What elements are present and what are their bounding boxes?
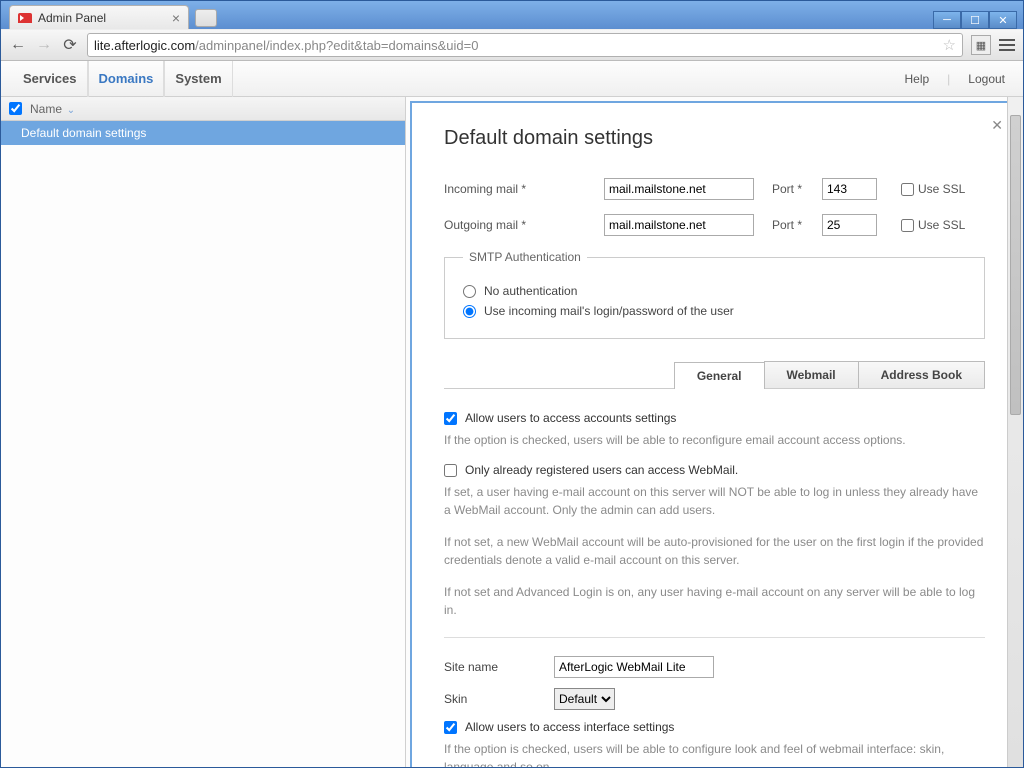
- outgoing-port-input[interactable]: [822, 214, 877, 236]
- smtp-noauth-radio[interactable]: [463, 285, 476, 298]
- skin-select[interactable]: Default: [554, 688, 615, 710]
- close-tab-icon[interactable]: ×: [172, 11, 180, 25]
- settings-panel: ✕ Default domain settings Incoming mail …: [410, 101, 1019, 767]
- bookmark-icon[interactable]: ☆: [943, 36, 956, 54]
- tab-address-book[interactable]: Address Book: [858, 361, 985, 388]
- menu-icon[interactable]: [999, 39, 1015, 51]
- outgoing-mail-input[interactable]: [604, 214, 754, 236]
- list-item[interactable]: Default domain settings: [1, 121, 405, 145]
- tab-webmail[interactable]: Webmail: [764, 361, 859, 388]
- incoming-row: Incoming mail * Port * Use SSL: [444, 178, 985, 200]
- outgoing-row: Outgoing mail * Port * Use SSL: [444, 214, 985, 236]
- logout-link[interactable]: Logout: [962, 72, 1011, 86]
- browser-toolbar: ← → ⟳ lite.afterlogic.com/adminpanel/ind…: [1, 29, 1023, 61]
- browser-window: Admin Panel × ─ ☐ ✕ ← → ⟳ lite.afterlogi…: [0, 0, 1024, 768]
- only-registered-hint2: If not set, a new WebMail account will b…: [444, 533, 985, 569]
- select-all-checkbox[interactable]: [9, 102, 22, 115]
- incoming-label: Incoming mail *: [444, 182, 604, 196]
- only-registered-row[interactable]: Only already registered users can access…: [444, 463, 985, 477]
- tab-general[interactable]: General: [674, 362, 765, 389]
- tab-strip: Admin Panel ×: [9, 1, 217, 29]
- help-link[interactable]: Help: [898, 72, 935, 86]
- smtp-noauth-row[interactable]: No authentication: [463, 284, 966, 298]
- allow-interface-hint: If the option is checked, users will be …: [444, 740, 985, 767]
- panel-title: Default domain settings: [444, 127, 985, 150]
- minimize-button[interactable]: ─: [933, 11, 961, 29]
- body-area: Name ⌄ Default domain settings ✕ Default…: [1, 97, 1023, 767]
- titlebar: Admin Panel × ─ ☐ ✕: [1, 1, 1023, 29]
- general-section: Allow users to access accounts settings …: [444, 411, 985, 767]
- smtp-legend: SMTP Authentication: [463, 250, 587, 264]
- outgoing-port-label: Port *: [772, 218, 822, 232]
- nav-domains[interactable]: Domains: [88, 61, 165, 97]
- sidebar: Name ⌄ Default domain settings: [1, 97, 406, 767]
- tab-title: Admin Panel: [38, 11, 106, 25]
- skin-label: Skin: [444, 692, 554, 706]
- incoming-port-input[interactable]: [822, 178, 877, 200]
- window-controls: ─ ☐ ✕: [933, 11, 1017, 29]
- url-path: /adminpanel/index.php?edit&tab=domains&u…: [195, 38, 478, 53]
- panel-close-icon[interactable]: ✕: [991, 117, 1003, 134]
- page-content: Services Domains System Help | Logout Na…: [1, 61, 1023, 767]
- name-column-header[interactable]: Name ⌄: [30, 102, 75, 116]
- divider: [444, 637, 985, 638]
- maximize-button[interactable]: ☐: [961, 11, 989, 29]
- main-panel-container: ✕ Default domain settings Incoming mail …: [406, 97, 1023, 767]
- top-right-links: Help | Logout: [898, 72, 1011, 86]
- smtp-auth-fieldset: SMTP Authentication No authentication Us…: [444, 250, 985, 339]
- close-window-button[interactable]: ✕: [989, 11, 1017, 29]
- allow-accounts-row[interactable]: Allow users to access accounts settings: [444, 411, 985, 425]
- browser-tab[interactable]: Admin Panel ×: [9, 5, 189, 29]
- scroll-thumb[interactable]: [1010, 115, 1021, 415]
- allow-accounts-checkbox[interactable]: [444, 412, 457, 425]
- reload-button[interactable]: ⟳: [61, 36, 79, 54]
- outgoing-ssl[interactable]: Use SSL: [901, 218, 965, 232]
- allow-interface-checkbox[interactable]: [444, 721, 457, 734]
- only-registered-hint1: If set, a user having e-mail account on …: [444, 483, 985, 519]
- url-host: lite.afterlogic.com: [94, 38, 195, 53]
- settings-tabs: General Webmail Address Book: [444, 361, 985, 389]
- scrollbar[interactable]: [1007, 97, 1023, 767]
- incoming-ssl-checkbox[interactable]: [901, 183, 914, 196]
- mail-favicon-icon: [18, 13, 32, 23]
- allow-interface-row[interactable]: Allow users to access interface settings: [444, 720, 985, 734]
- top-nav: Services Domains System Help | Logout: [1, 61, 1023, 97]
- only-registered-checkbox[interactable]: [444, 464, 457, 477]
- skin-row: Skin Default: [444, 688, 985, 710]
- smtp-useincoming-row[interactable]: Use incoming mail's login/password of th…: [463, 304, 966, 318]
- smtp-useincoming-radio[interactable]: [463, 305, 476, 318]
- outgoing-label: Outgoing mail *: [444, 218, 604, 232]
- address-bar[interactable]: lite.afterlogic.com/adminpanel/index.php…: [87, 33, 963, 57]
- allow-accounts-hint: If the option is checked, users will be …: [444, 431, 985, 449]
- incoming-mail-input[interactable]: [604, 178, 754, 200]
- site-name-label: Site name: [444, 660, 554, 674]
- only-registered-hint3: If not set and Advanced Login is on, any…: [444, 583, 985, 619]
- site-name-row: Site name: [444, 656, 985, 678]
- list-header: Name ⌄: [1, 97, 405, 121]
- forward-button[interactable]: →: [35, 36, 53, 54]
- incoming-port-label: Port *: [772, 182, 822, 196]
- outgoing-ssl-checkbox[interactable]: [901, 219, 914, 232]
- sort-arrow-icon: ⌄: [64, 105, 75, 116]
- incoming-ssl[interactable]: Use SSL: [901, 182, 965, 196]
- nav-system[interactable]: System: [164, 61, 232, 97]
- nav-services[interactable]: Services: [13, 61, 88, 97]
- extension-icon[interactable]: ▦: [971, 35, 991, 55]
- back-button[interactable]: ←: [9, 36, 27, 54]
- new-tab-button[interactable]: [195, 9, 217, 27]
- site-name-input[interactable]: [554, 656, 714, 678]
